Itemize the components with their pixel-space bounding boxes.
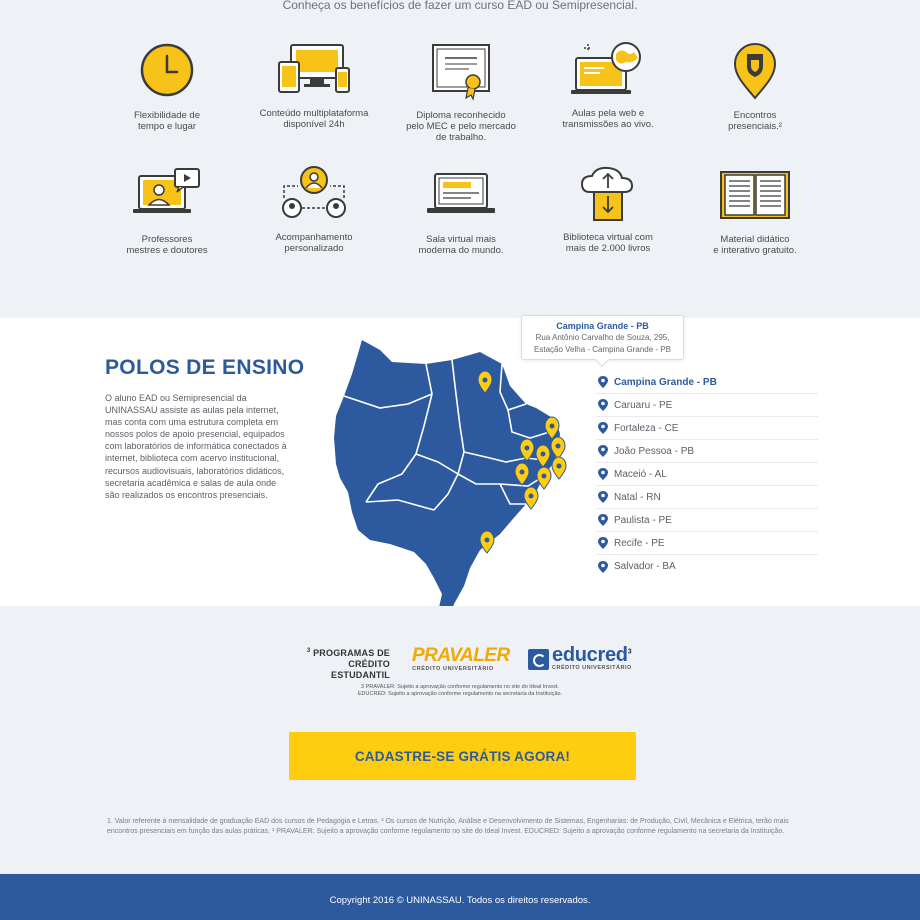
- campus-name: Caruaru - PE: [614, 399, 673, 411]
- benefit-meetings: Encontros presenciais.²: [680, 42, 830, 132]
- virtual-room-icon: [427, 173, 495, 213]
- benefit-virtual-room: Sala virtual mais moderna do mundo.: [386, 166, 536, 256]
- educred-sup: 3: [627, 648, 632, 656]
- benefit-label: Flexibilidade de tempo e lugar: [133, 110, 200, 132]
- pravaler-sub: CRÉDITO UNIVERSITÁRIO: [412, 666, 494, 672]
- benefit-diploma: Diploma reconhecido pelo MEC e pelo merc…: [386, 42, 536, 143]
- campus-name: Recife - PE: [614, 537, 665, 549]
- campus-name: Campina Grande - PB: [614, 376, 717, 388]
- footnote: 1. Valor referente à mensalidade de grad…: [107, 818, 789, 835]
- benefit-label: Encontros presenciais.²: [728, 110, 782, 132]
- campus-item-salvador[interactable]: Salvador - BA: [596, 555, 818, 578]
- pravaler-name: PRAVALER: [412, 645, 510, 666]
- benefits-intro: Conheça os benefícios de fazer um curso …: [282, 0, 638, 12]
- polos-title: POLOS DE ENSINO: [105, 356, 305, 379]
- educred-mark-icon: [528, 649, 549, 670]
- benefit-web-classes: Aulas pela web e transmissões ao vivo.: [533, 40, 683, 130]
- cloud-library-icon: [580, 166, 634, 221]
- credit-programs-sup: 3: [306, 648, 311, 654]
- campus-name: João Pessoa - PB: [614, 445, 695, 457]
- book-icon: [720, 171, 790, 219]
- copyright-text: Copyright 2016 © UNINASSAU. Todos os dir…: [329, 895, 591, 906]
- benefit-label: Aulas pela web e transmissões ao vivo.: [562, 108, 654, 130]
- campus-item-maceio[interactable]: Maceió - AL: [596, 463, 818, 486]
- tooltip-title: Campina Grande - PB: [556, 321, 649, 331]
- benefit-flexibility: Flexibilidade de tempo e lugar: [92, 42, 242, 132]
- campus-name: Maceió - AL: [614, 468, 667, 480]
- campus-item-paulista[interactable]: Paulista - PE: [596, 509, 818, 532]
- campus-item-fortaleza[interactable]: Fortaleza - CE: [596, 417, 818, 440]
- benefit-label: Professores mestres e doutores: [126, 234, 208, 256]
- campus-list: Campina Grande - PB Caruaru - PE Fortale…: [596, 371, 818, 578]
- location-pin-icon: [598, 376, 608, 388]
- benefit-label: Sala virtual mais moderna do mundo.: [418, 234, 504, 256]
- campus-item-campina-grande[interactable]: Campina Grande - PB: [596, 371, 818, 394]
- diploma-icon: [432, 44, 490, 101]
- polos-description: O aluno EAD ou Semipresencial da UNINASS…: [105, 393, 287, 500]
- campus-item-joao-pessoa[interactable]: João Pessoa - PB: [596, 440, 818, 463]
- credit-notes: 3 PRAVALER: Sujeito a aprovação conforme…: [357, 684, 563, 697]
- benefit-material: Material didático e interativo gratuito.: [680, 166, 830, 256]
- benefit-label: Diploma reconhecido pelo MEC e pelo merc…: [406, 110, 516, 143]
- campus-name: Salvador - BA: [614, 561, 676, 572]
- educred-name-wrap: educred3: [552, 644, 632, 667]
- benefit-label: Material didático e interativo gratuito.: [713, 234, 797, 256]
- credit-section: 3 PROGRAMAS DE CRÉDITO ESTUDANTIL PRAVAL…: [0, 606, 920, 874]
- benefit-library: Biblioteca virtual com mais de 2.000 liv…: [533, 164, 683, 254]
- clock-icon: [140, 43, 194, 97]
- educred-name: educred: [552, 644, 628, 666]
- campus-name: Fortaleza - CE: [614, 422, 679, 434]
- teacher-video-icon: [133, 168, 200, 213]
- signup-cta-button[interactable]: CADASTRE-SE GRÁTIS AGORA!: [289, 732, 636, 780]
- campus-name: Paulista - PE: [614, 514, 672, 526]
- educred-logo[interactable]: educred3 CRÉDITO UNIVERSITÁRIO: [528, 644, 638, 672]
- campus-tooltip: Campina Grande - PB Rua Antônio Carvalho…: [521, 315, 684, 368]
- northeast-brazil-map: [334, 340, 567, 636]
- campus-name: Natal - RN: [614, 491, 661, 503]
- educred-sub: CRÉDITO UNIVERSITÁRIO: [552, 665, 632, 671]
- credit-programs-line1: PROGRAMAS DE: [313, 648, 390, 658]
- credit-programs-label: 3 PROGRAMAS DE CRÉDITO ESTUDANTIL: [290, 646, 390, 681]
- location-pin-icon: [598, 491, 608, 503]
- benefits-section: Conheça os benefícios de fazer um curso …: [0, 0, 920, 318]
- credit-programs-line2: CRÉDITO ESTUDANTIL: [331, 659, 390, 680]
- location-pin-icon: [598, 399, 608, 411]
- location-pin-icon: [598, 537, 608, 549]
- benefit-teachers: Professores mestres e doutores: [92, 166, 242, 256]
- web-classes-icon: [571, 42, 641, 94]
- campus-item-caruaru[interactable]: Caruaru - PE: [596, 394, 818, 417]
- devices-icon: [278, 44, 350, 93]
- campus-item-recife[interactable]: Recife - PE: [596, 532, 818, 555]
- mentoring-icon: [282, 166, 346, 218]
- location-pin-icon: [598, 445, 608, 457]
- benefit-label: Biblioteca virtual com mais de 2.000 liv…: [563, 232, 653, 254]
- location-pin-icon: [598, 514, 608, 526]
- location-pin-icon: [598, 422, 608, 434]
- polos-section: POLOS DE ENSINO O aluno EAD ou Semiprese…: [0, 315, 920, 636]
- campus-item-natal[interactable]: Natal - RN: [596, 486, 818, 509]
- tooltip-arrow: [594, 352, 610, 368]
- tooltip-address-line1: Rua Antônio Carvalho de Souza, 295,: [535, 333, 670, 342]
- location-pin-icon: [598, 468, 608, 480]
- benefit-multiplatform: Conteúdo multiplataforma disponível 24h: [239, 40, 389, 130]
- benefit-label: Acompanhamento personalizado: [275, 232, 353, 254]
- location-shield-icon: [733, 43, 777, 100]
- footer: Copyright 2016 © UNINASSAU. Todos os dir…: [0, 874, 920, 920]
- benefit-mentoring: Acompanhamento personalizado: [239, 164, 389, 254]
- benefit-label: Conteúdo multiplataforma disponível 24h: [259, 108, 369, 130]
- location-pin-icon: [598, 560, 608, 573]
- pravaler-logo[interactable]: PRAVALER CRÉDITO UNIVERSITÁRIO: [412, 645, 510, 673]
